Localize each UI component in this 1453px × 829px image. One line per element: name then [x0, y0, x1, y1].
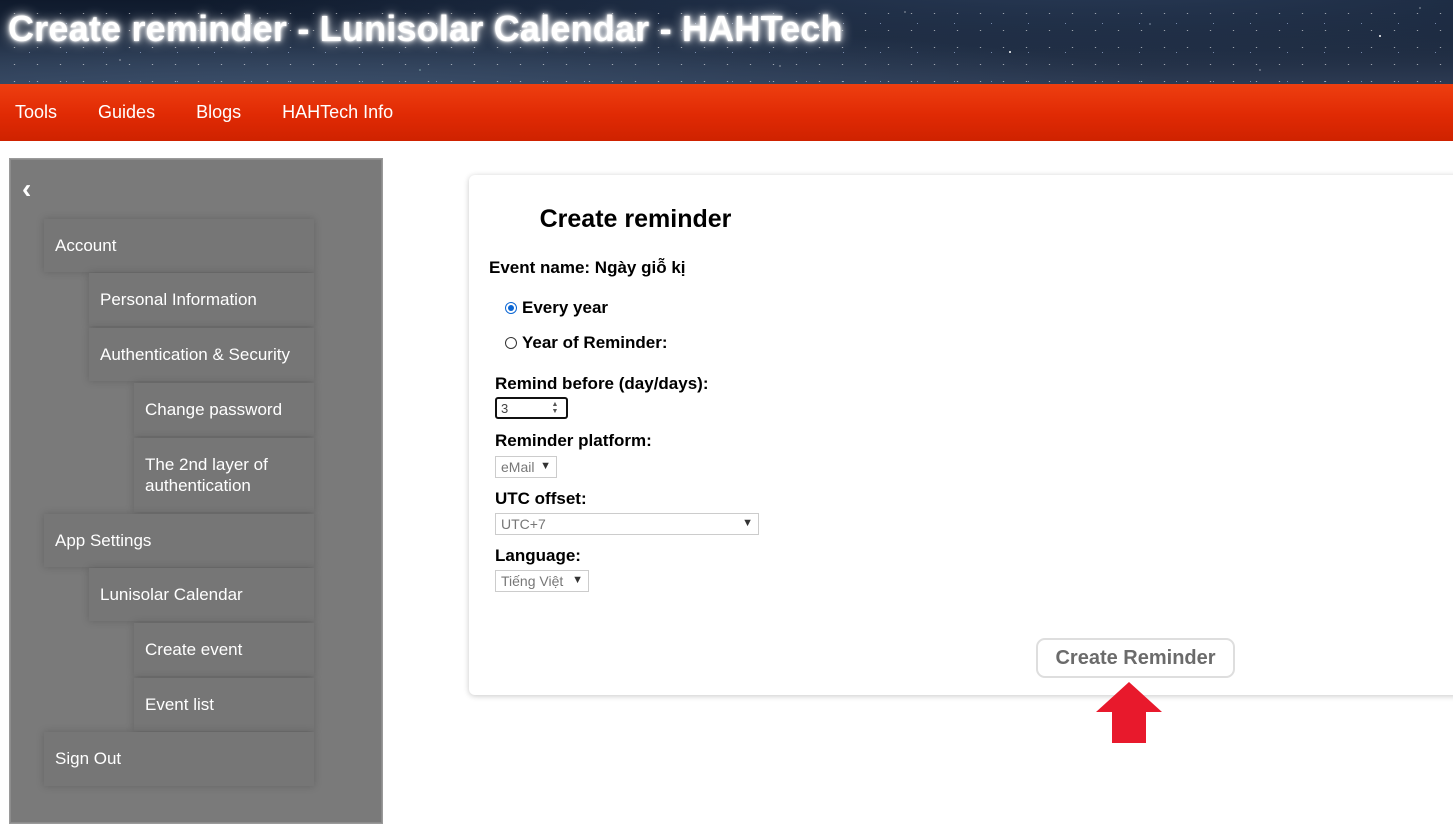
remind-before-input[interactable]: 3 ▲ ▼ — [495, 397, 568, 419]
radio-label: Every year — [522, 298, 609, 317]
chevron-down-icon: ▼ — [572, 574, 583, 586]
sidebar-item-label: Sign Out — [55, 749, 122, 768]
sidebar-item-2nd-layer-authentication[interactable]: The 2nd layer of authentication — [134, 438, 314, 512]
radio-every-year[interactable]: Every year — [505, 298, 608, 318]
sidebar-item-label: Personal Information — [100, 289, 257, 309]
remind-before-value: 3 — [501, 400, 509, 416]
utc-offset-label: UTC offset: — [495, 489, 587, 508]
sidebar: ‹ Account Personal Information Authentic… — [9, 158, 383, 824]
spinner-arrows-icon[interactable]: ▲ ▼ — [550, 401, 560, 415]
select-value: eMail — [501, 459, 535, 475]
sidebar-item-create-event[interactable]: Create event — [134, 623, 314, 676]
sidebar-item-label: Lunisolar Calendar — [100, 584, 243, 604]
nav-hahtech-info[interactable]: HAHTech Info — [282, 102, 393, 123]
reminder-platform-select[interactable]: eMail ▼ — [495, 456, 557, 478]
sidebar-item-authentication-security[interactable]: Authentication & Security — [89, 328, 314, 381]
sidebar-item-sign-out[interactable]: Sign Out — [44, 732, 314, 786]
sidebar-item-label: Create event — [145, 639, 243, 659]
sidebar-item-label: App Settings — [55, 530, 152, 550]
site-title: Create reminder - Lunisolar Calendar - H… — [8, 8, 843, 49]
chevron-down-icon: ▼ — [742, 517, 753, 529]
sidebar-item-label: Event list — [145, 694, 214, 714]
nav-tools[interactable]: Tools — [15, 102, 57, 123]
language-select[interactable]: Tiếng Việt ▼ — [495, 570, 589, 592]
reminder-platform-label: Reminder platform: — [495, 431, 652, 450]
sidebar-item-change-password[interactable]: Change password — [134, 383, 314, 436]
up-arrow-icon — [1096, 682, 1162, 743]
select-value: UTC+7 — [501, 516, 546, 532]
language-label: Language: — [495, 546, 581, 565]
utc-offset-select[interactable]: UTC+7 ▼ — [495, 513, 759, 535]
sidebar-item-app-settings[interactable]: App Settings — [44, 514, 314, 567]
sidebar-item-label: Account — [55, 235, 117, 255]
sidebar-item-lunisolar-calendar[interactable]: Lunisolar Calendar — [89, 568, 314, 621]
nav-blogs[interactable]: Blogs — [196, 102, 241, 123]
remind-before-label: Remind before (day/days): — [495, 374, 709, 393]
select-value: Tiếng Việt — [501, 573, 564, 589]
top-nav: Tools Guides Blogs HAHTech Info — [0, 84, 1453, 141]
nav-guides[interactable]: Guides — [98, 102, 155, 123]
header-banner: Create reminder - Lunisolar Calendar - H… — [0, 0, 1453, 84]
chevron-down-icon: ▼ — [540, 460, 551, 472]
sidebar-item-label: Change password — [145, 399, 283, 419]
event-name-label: Event name: Ngày giỗ kị — [489, 258, 686, 277]
page-title: Create reminder — [539, 205, 732, 233]
chevron-left-icon[interactable]: ‹ — [22, 175, 31, 203]
sidebar-item-label: The 2nd layer of authentication — [145, 455, 268, 495]
radio-label: Year of Reminder: — [522, 333, 668, 352]
sidebar-item-event-list[interactable]: Event list — [134, 678, 314, 731]
radio-button-unchecked[interactable] — [505, 337, 517, 349]
sidebar-item-personal-information[interactable]: Personal Information — [89, 273, 314, 326]
sidebar-item-label: Authentication & Security — [100, 344, 290, 364]
create-reminder-button[interactable]: Create Reminder — [1036, 638, 1235, 678]
radio-button-checked[interactable] — [505, 302, 517, 314]
radio-year-of-reminder[interactable]: Year of Reminder: — [505, 333, 668, 353]
